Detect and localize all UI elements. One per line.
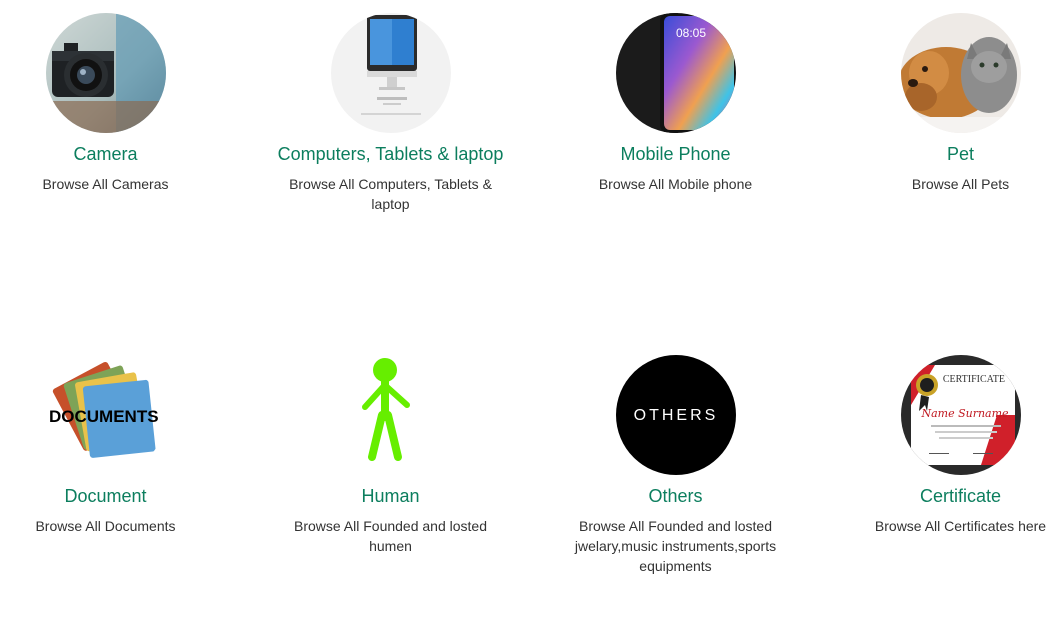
computer-image[interactable] xyxy=(330,13,451,133)
category-description: Browse All Pets xyxy=(911,176,1010,192)
pet-image[interactable] xyxy=(900,13,1021,133)
category-title[interactable]: Mobile Phone xyxy=(620,144,730,164)
others-image[interactable]: OTHERS xyxy=(615,355,736,475)
category-title[interactable]: Computers, Tablets & laptop xyxy=(278,144,504,164)
category-description: Browse All Certificates here xyxy=(874,518,1047,534)
documents-image[interactable]: DOCUMENTS xyxy=(45,355,166,475)
category-grid: Camera Browse All Cameras Computers, Tab… xyxy=(0,0,1061,619)
category-description: Browse All Founded and losted humen xyxy=(293,518,487,554)
mobile-phone-image[interactable]: 08:05 xyxy=(615,13,736,133)
category-card-others[interactable]: OTHERS Others Browse All Founded and los… xyxy=(533,355,818,576)
category-card-human[interactable]: Human Browse All Founded and losted hume… xyxy=(248,355,533,556)
category-description: Browse All Cameras xyxy=(42,176,169,192)
category-title[interactable]: Document xyxy=(64,486,146,506)
human-stick-figure-image[interactable] xyxy=(330,355,451,475)
category-title[interactable]: Pet xyxy=(947,144,974,164)
certificate-name-text: Name Surname xyxy=(920,407,1009,420)
category-title[interactable]: Camera xyxy=(73,144,137,164)
category-title[interactable]: Human xyxy=(361,486,419,506)
certificate-heading-text: CERTIFICATE xyxy=(942,374,1004,385)
camera-image[interactable] xyxy=(45,13,166,133)
category-description: Browse All Computers, Tablets & laptop xyxy=(289,176,492,212)
category-card-camera[interactable]: Camera Browse All Cameras xyxy=(0,13,248,194)
certificate-image[interactable]: CERTIFICATE Name Surname xyxy=(900,355,1021,475)
others-image-text: OTHERS xyxy=(633,407,718,424)
category-description: Browse All Mobile phone xyxy=(598,176,753,192)
category-description: Browse All Founded and losted jwelary,mu… xyxy=(574,518,777,574)
category-title[interactable]: Others xyxy=(648,486,702,506)
category-card-certificate[interactable]: CERTIFICATE Name Surname Certificate Bro… xyxy=(818,355,1061,536)
phone-time-text: 08:05 xyxy=(676,26,706,40)
category-card-document[interactable]: DOCUMENTS Document Browse All Documents xyxy=(0,355,248,536)
category-title[interactable]: Certificate xyxy=(920,486,1001,506)
category-description: Browse All Documents xyxy=(35,518,176,534)
documents-image-text: DOCUMENTS xyxy=(49,407,159,426)
category-card-mobile-phone[interactable]: 08:05 Mobile Phone Browse All Mobile pho… xyxy=(533,13,818,194)
category-card-computers[interactable]: Computers, Tablets & laptop Browse All C… xyxy=(248,13,533,214)
category-card-pet[interactable]: Pet Browse All Pets xyxy=(818,13,1061,194)
